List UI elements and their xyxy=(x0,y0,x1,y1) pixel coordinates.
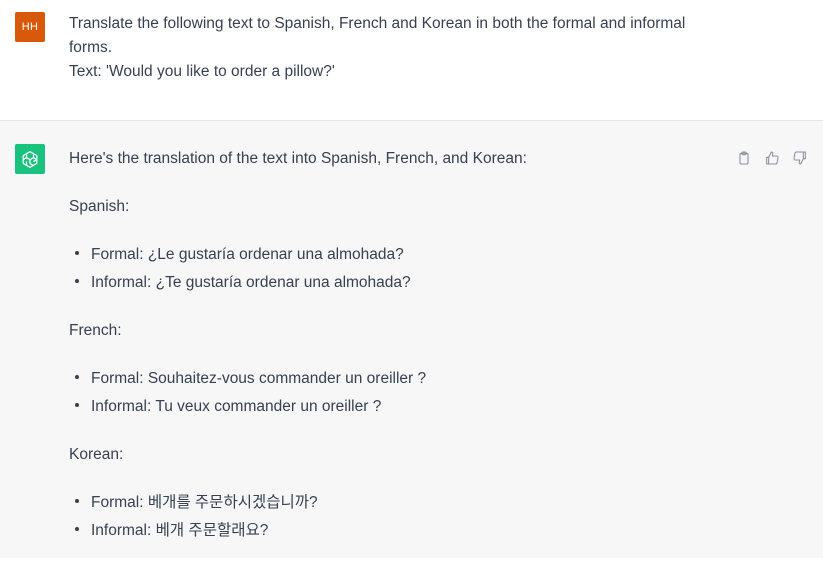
thumbs-down-button[interactable] xyxy=(791,149,809,167)
list-item: Formal: ¿Le gustaría ordenar una almohad… xyxy=(69,243,709,267)
korean-list: Formal: 베개를 주문하시겠습니까? Informal: 베개 주문할래요… xyxy=(69,491,709,543)
user-avatar-initials: HH xyxy=(21,21,39,33)
section-heading-korean: Korean: xyxy=(69,446,124,463)
french-list: Formal: Souhaitez-vous commander un orei… xyxy=(69,367,709,419)
user-message-line: forms. xyxy=(69,39,113,56)
user-message-text: Translate the following text to Spanish,… xyxy=(69,12,729,84)
openai-logo-icon xyxy=(22,151,38,168)
thumbs-down-icon xyxy=(793,151,806,165)
user-message-line: Text: 'Would you like to order a pillow?… xyxy=(69,63,335,80)
assistant-intro: Here's the translation of the text into … xyxy=(69,150,527,167)
section-heading-french: French: xyxy=(69,322,122,339)
section-heading-spanish: Spanish: xyxy=(69,198,130,215)
message-actions xyxy=(735,149,809,167)
list-item: Formal: Souhaitez-vous commander un orei… xyxy=(69,367,709,391)
user-avatar: HH xyxy=(15,12,45,42)
user-message-line: Translate the following text to Spanish,… xyxy=(69,15,686,32)
assistant-message-row: Here's the translation of the text into … xyxy=(0,121,823,558)
thumbs-up-button[interactable] xyxy=(763,149,781,167)
list-item: Formal: 베개를 주문하시겠습니까? xyxy=(69,491,709,515)
list-item: Informal: 베개 주문할래요? xyxy=(69,519,709,543)
assistant-avatar xyxy=(15,144,45,174)
list-item: Informal: Tu veux commander un oreiller … xyxy=(69,395,709,419)
user-message-row: HH Translate the following text to Spani… xyxy=(0,0,823,121)
list-item: Informal: ¿Te gustaría ordenar una almoh… xyxy=(69,271,709,295)
spanish-list: Formal: ¿Le gustaría ordenar una almohad… xyxy=(69,243,709,295)
copy-button[interactable] xyxy=(735,149,753,167)
clipboard-icon xyxy=(739,151,749,165)
thumbs-up-icon xyxy=(766,151,779,165)
assistant-message-text: Here's the translation of the text into … xyxy=(69,147,709,567)
